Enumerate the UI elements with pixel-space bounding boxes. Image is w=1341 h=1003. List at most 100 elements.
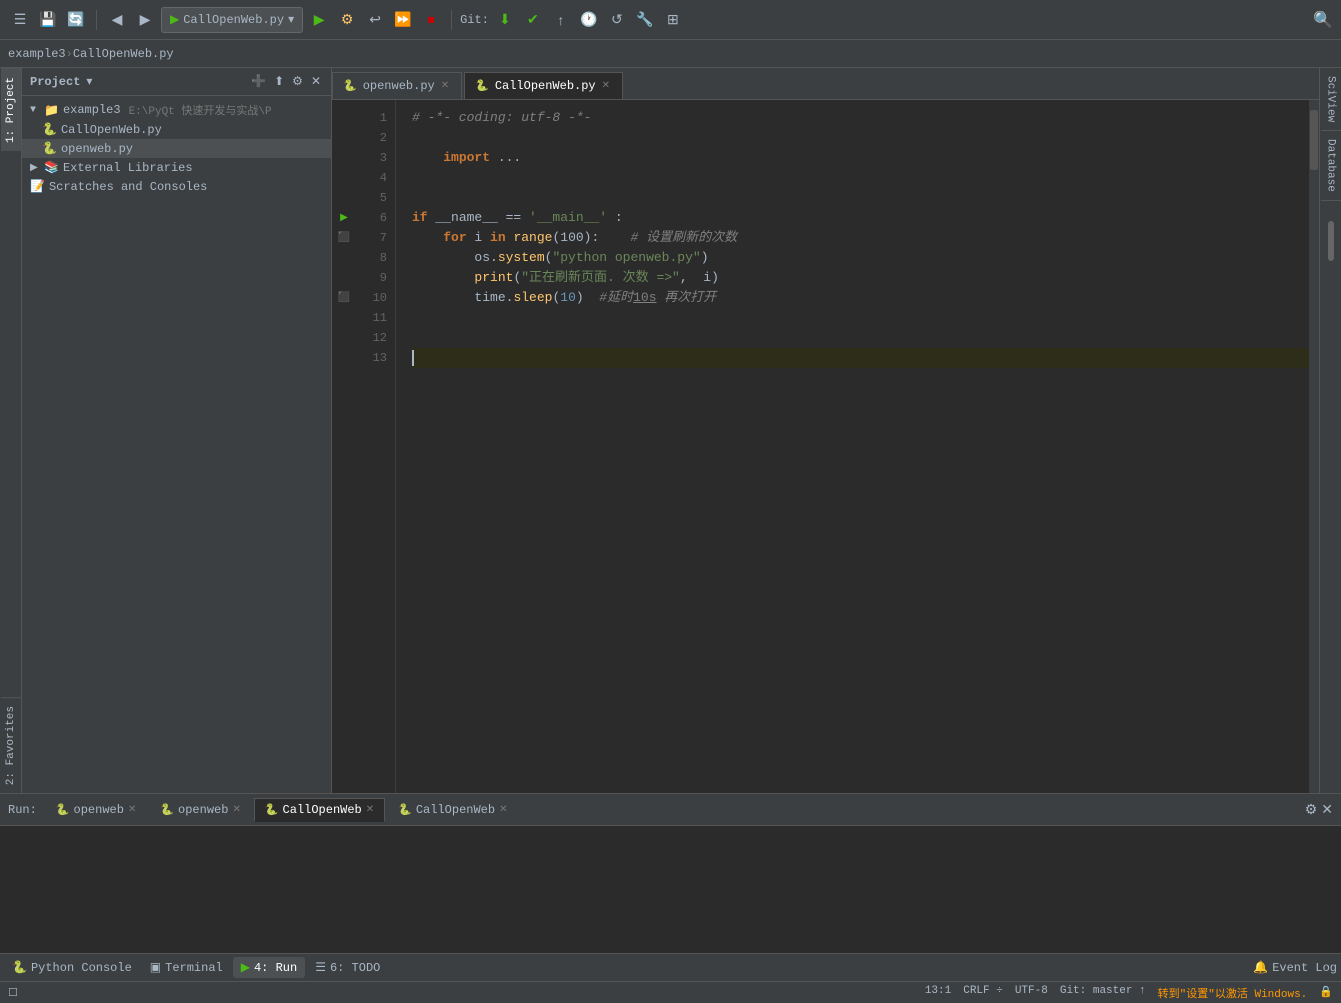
stop-button[interactable]: ⏹ xyxy=(419,8,443,32)
btn-python-console[interactable]: 🐍 Python Console xyxy=(4,957,140,978)
code-comment-1: # -*- coding: utf-8 -*- xyxy=(412,108,591,128)
code-plain-7b xyxy=(506,228,514,248)
tab-close-callopenweb[interactable]: ✕ xyxy=(602,80,610,92)
status-git[interactable]: Git: master ↑ xyxy=(1060,985,1146,1001)
code-line-13[interactable] xyxy=(412,348,1309,368)
status-checkbox[interactable]: ☐ xyxy=(8,986,18,1000)
run-with-coverage-button[interactable]: ⏩ xyxy=(391,8,415,32)
code-line-9: print ( "正在刷新页面. 次数 =>" , i) xyxy=(412,268,1309,288)
code-editor[interactable]: ▶ ⬛ ⬛ 1 2 3 4 5 6 7 8 9 10 11 xyxy=(332,100,1319,793)
minimap-thumb xyxy=(1310,110,1318,170)
bottom-tab-callopenweb-1[interactable]: 🐍 CallOpenWeb ✕ xyxy=(254,798,385,822)
code-number-10: 10 xyxy=(560,288,576,308)
run-config-dropdown[interactable]: ▶ CallOpenWeb.py ▾ xyxy=(161,7,303,33)
bottom-tab-openweb-1[interactable]: 🐍 openweb ✕ xyxy=(45,798,148,822)
btn-run[interactable]: ▶ 4: Run xyxy=(233,957,305,978)
tab-close-run-1[interactable]: ✕ xyxy=(128,804,136,816)
event-log-area: 🔔 Event Log xyxy=(1253,960,1337,975)
gutter-debug-10: ⬛ xyxy=(332,288,356,308)
tree-label-ext: External Libraries xyxy=(63,161,193,175)
tree-item-ext-libs[interactable]: ▶ 📚 External Libraries xyxy=(22,158,331,177)
back-button[interactable]: ◀ xyxy=(105,8,129,32)
close-panel-icon[interactable]: ✕ xyxy=(309,72,323,91)
project-dropdown-icon[interactable]: ▾ xyxy=(86,74,92,89)
save-button[interactable]: 💾 xyxy=(36,8,60,32)
git-commit-button[interactable]: ✔ xyxy=(521,8,545,32)
menu-file-button[interactable]: ☰ xyxy=(8,8,32,32)
line-num-5: 5 xyxy=(356,188,387,208)
rebuild-button[interactable]: ↩ xyxy=(363,8,387,32)
btn-todo[interactable]: ☰ 6: TODO xyxy=(307,957,388,978)
tab-close-run-3[interactable]: ✕ xyxy=(366,804,374,816)
dropdown-arrow-icon: ▾ xyxy=(288,12,294,27)
git-fetch-button[interactable]: ⬇ xyxy=(493,8,517,32)
git-label: Git: xyxy=(460,13,489,27)
bottom-settings-button[interactable]: ⚙ xyxy=(1305,801,1318,818)
run-button[interactable]: ▶ xyxy=(307,8,331,32)
breadcrumb-file[interactable]: CallOpenWeb.py xyxy=(73,47,174,61)
tree-item-scratches[interactable]: 📝 Scratches and Consoles xyxy=(22,177,331,196)
tree-item-openweb[interactable]: 🐍 openweb.py xyxy=(22,139,331,158)
event-log-label[interactable]: Event Log xyxy=(1272,961,1337,975)
settings-gear-icon[interactable]: ⚙ xyxy=(290,72,305,91)
bottom-close-button[interactable]: ✕ xyxy=(1321,801,1333,818)
sidebar-tab-favorites[interactable]: 2: Favorites xyxy=(1,697,21,793)
tab-icon-run-3: 🐍 xyxy=(265,803,279,817)
tab-icon-openweb: 🐍 xyxy=(343,79,357,93)
tree-icon-ext: 📚 xyxy=(44,160,59,175)
right-tab-sciview[interactable]: SciView xyxy=(1321,68,1341,131)
sync-button[interactable]: 🔄 xyxy=(64,8,88,32)
git-push-button[interactable]: ↑ xyxy=(549,8,573,32)
breadcrumb-project[interactable]: example3 xyxy=(8,47,66,61)
gutter-1 xyxy=(332,108,356,128)
separator-2 xyxy=(451,10,452,30)
git-revert-button[interactable]: ↺ xyxy=(605,8,629,32)
forward-button[interactable]: ▶ xyxy=(133,8,157,32)
terminal-button[interactable]: ⊞ xyxy=(661,8,685,32)
tree-path-root: E:\PyQt 快速开发与实战\P xyxy=(129,102,272,118)
code-print: print xyxy=(474,268,513,288)
run-btn-icon: ▶ xyxy=(241,960,250,975)
status-encoding[interactable]: UTF-8 xyxy=(1015,985,1048,1001)
tree-item-callopenweb[interactable]: 🐍 CallOpenWeb.py xyxy=(22,120,331,139)
status-position[interactable]: 13:1 xyxy=(925,985,951,1001)
status-line-ending[interactable]: CRLF ÷ xyxy=(963,985,1003,1001)
btn-terminal[interactable]: ▣ Terminal xyxy=(142,957,231,978)
code-plain-6b: : xyxy=(607,208,623,228)
git-history-button[interactable]: 🕐 xyxy=(577,8,601,32)
tab-callopenweb[interactable]: 🐍 CallOpenWeb.py ✕ xyxy=(464,72,623,99)
sidebar-tab-project[interactable]: 1: Project xyxy=(1,68,21,151)
editor-scrollbar[interactable] xyxy=(1326,201,1336,793)
code-sleep: sleep xyxy=(513,288,552,308)
gutter-3 xyxy=(332,148,356,168)
tab-close-run-2[interactable]: ✕ xyxy=(232,804,240,816)
code-system: system xyxy=(498,248,545,268)
build-button[interactable]: ⚙ xyxy=(335,8,359,32)
add-file-icon[interactable]: ➕ xyxy=(249,72,268,91)
bottom-tab-callopenweb-2[interactable]: 🐍 CallOpenWeb ✕ xyxy=(387,798,518,822)
bottom-tab-openweb-2[interactable]: 🐍 openweb ✕ xyxy=(149,798,252,822)
gutter-run-6[interactable]: ▶ xyxy=(332,208,356,228)
tab-icon-run-1: 🐍 xyxy=(56,803,70,817)
gutter-13 xyxy=(332,348,356,368)
status-lock-icon[interactable]: 🔒 xyxy=(1319,985,1333,1001)
tab-label-callopenweb: CallOpenWeb.py xyxy=(495,79,596,93)
code-line-3: import ... xyxy=(412,148,1309,168)
tab-close-openweb[interactable]: ✕ xyxy=(441,80,449,92)
project-title[interactable]: Project xyxy=(30,75,80,89)
collapse-icon[interactable]: ⬆ xyxy=(272,72,286,91)
settings-button[interactable]: 🔧 xyxy=(633,8,657,32)
code-line-11 xyxy=(412,308,1309,328)
tab-openweb[interactable]: 🐍 openweb.py ✕ xyxy=(332,72,462,99)
search-icon[interactable]: 🔍 xyxy=(1313,10,1333,30)
code-content[interactable]: # -*- coding: utf-8 -*- import ... if xyxy=(396,100,1309,793)
code-plain-10b: ( xyxy=(552,288,560,308)
right-tab-database[interactable]: Database xyxy=(1321,131,1341,201)
minimap-scrollbar[interactable] xyxy=(1309,100,1319,793)
line-num-6: 6 xyxy=(356,208,387,228)
tab-close-run-4[interactable]: ✕ xyxy=(499,804,507,816)
tree-item-root[interactable]: ▼ 📁 example3 E:\PyQt 快速开发与实战\P xyxy=(22,100,331,120)
code-comment-10: #延时10s 再次打开 xyxy=(599,288,716,308)
run-label-btn: 4: Run xyxy=(254,961,297,975)
run-output-area[interactable] xyxy=(0,826,1341,953)
